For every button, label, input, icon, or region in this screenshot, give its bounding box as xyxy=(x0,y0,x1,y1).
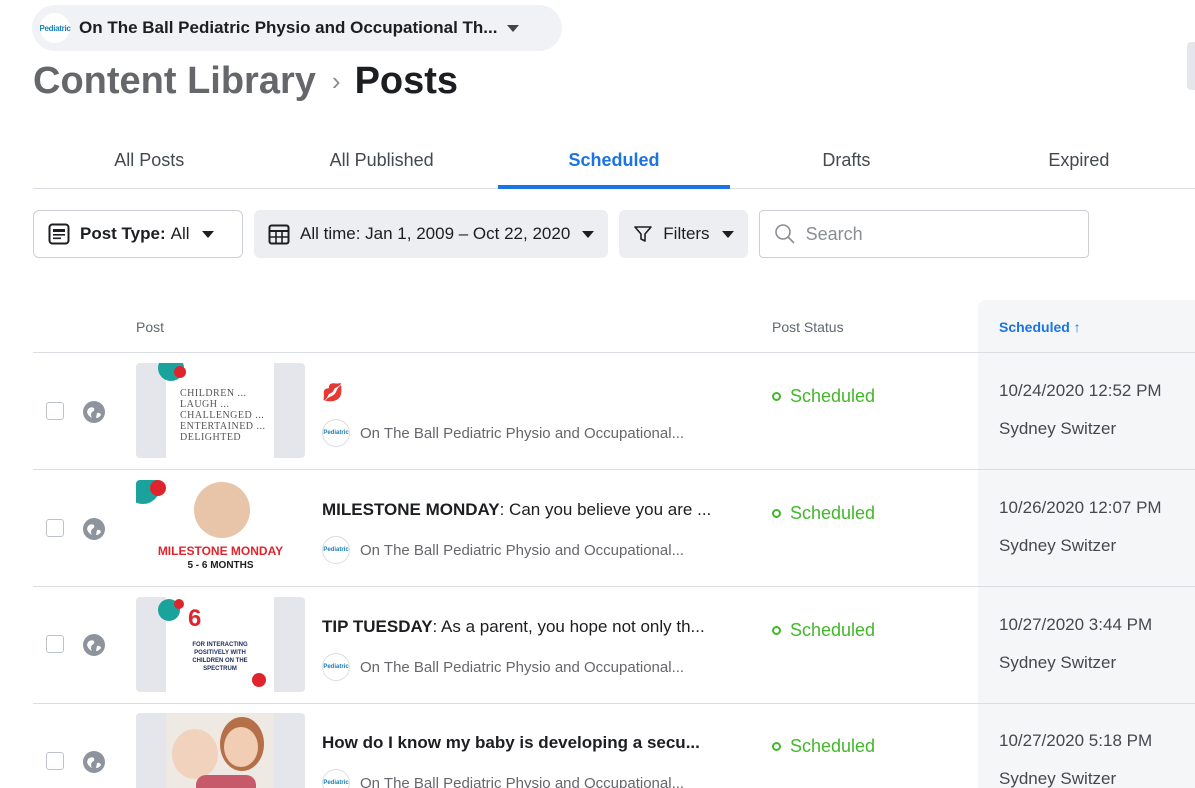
post-title-bold: TIP TUESDAY xyxy=(322,617,433,636)
status-ring-icon xyxy=(772,626,781,635)
post-title-bold: How do I know my baby is developing a se… xyxy=(322,733,700,752)
chevron-down-icon xyxy=(721,230,734,238)
avatar: Pediatric xyxy=(322,653,350,681)
post-thumbnail[interactable]: 6 FOR INTERACTING POSITIVELY WITH CHILDR… xyxy=(136,597,305,692)
funnel-icon xyxy=(634,226,653,242)
thumb-subtext: 5 - 6 MONTHS xyxy=(187,560,254,571)
scheduled-by: Sydney Switzer xyxy=(999,419,1117,438)
column-post-status[interactable]: Post Status xyxy=(772,319,844,335)
scheduled-by: Sydney Switzer xyxy=(999,536,1117,555)
page-logo: Pediatric xyxy=(39,13,71,43)
table-row[interactable]: MILESTONE MONDAY 5 - 6 MONTHS MILESTONE … xyxy=(33,470,1195,587)
thumb-text: MILESTONE MONDAY xyxy=(157,544,284,558)
author-name: On The Ball Pediatric Physio and Occupat… xyxy=(360,774,685,788)
globe-icon xyxy=(83,751,105,773)
post-thumbnail[interactable] xyxy=(136,713,305,788)
post-title[interactable]: TIP TUESDAY: As a parent, you hope not o… xyxy=(322,617,742,637)
breadcrumb-separator: › xyxy=(331,66,341,96)
chevron-down-icon xyxy=(201,230,214,238)
row-checkbox[interactable] xyxy=(46,519,64,537)
scheduled-date: 10/27/2020 5:18 PM xyxy=(999,731,1153,750)
scheduled-date: 10/27/2020 3:44 PM xyxy=(999,615,1153,634)
row-checkbox[interactable] xyxy=(46,402,64,420)
post-title-bold: MILESTONE MONDAY xyxy=(322,500,500,519)
globe-icon xyxy=(83,634,105,656)
column-scheduled[interactable]: Scheduled ↑ xyxy=(999,319,1081,335)
globe-icon xyxy=(83,518,105,540)
table-header: Post Post Status Scheduled ↑ xyxy=(33,300,1195,353)
thumb-text: 6 xyxy=(188,605,202,632)
status-badge: Scheduled xyxy=(772,736,875,757)
post-type-label: Post Type: xyxy=(80,224,166,243)
author-name: On The Ball Pediatric Physio and Occupat… xyxy=(360,658,685,676)
search-box[interactable] xyxy=(758,210,1089,258)
table-row[interactable]: 6 FOR INTERACTING POSITIVELY WITH CHILDR… xyxy=(33,587,1195,704)
post-author: Pediatric On The Ball Pediatric Physio an… xyxy=(322,536,684,564)
post-thumbnail[interactable]: CHILDREN ... LAUGH ... CHALLENGED ... EN… xyxy=(136,363,305,458)
breadcrumb-parent[interactable]: Content Library xyxy=(33,60,316,103)
avatar: Pediatric xyxy=(322,769,350,788)
post-title-text: 💋 xyxy=(322,383,344,402)
filter-bar: Post Type: All All time: Jan 1, 2009 – O… xyxy=(33,210,1089,258)
filters-button[interactable]: Filters xyxy=(619,210,748,258)
author-name: On The Ball Pediatric Physio and Occupat… xyxy=(360,424,685,442)
post-title[interactable]: 💋 xyxy=(322,383,742,403)
scrollbar[interactable] xyxy=(1187,42,1195,90)
row-checkbox[interactable] xyxy=(46,635,64,653)
author-name: On The Ball Pediatric Physio and Occupat… xyxy=(360,541,685,559)
filters-label: Filters xyxy=(663,224,710,243)
post-thumbnail[interactable]: MILESTONE MONDAY 5 - 6 MONTHS xyxy=(136,480,305,575)
post-author: Pediatric On The Ball Pediatric Physio an… xyxy=(322,769,684,788)
post-type-dropdown[interactable]: Post Type: All xyxy=(33,210,243,258)
post-title[interactable]: MILESTONE MONDAY: Can you believe you ar… xyxy=(322,500,742,520)
table-row[interactable]: How do I know my baby is developing a se… xyxy=(33,703,1195,788)
post-author: Pediatric On The Ball Pediatric Physio an… xyxy=(322,419,684,447)
thumb-subtext: FOR INTERACTING POSITIVELY WITH CHILDREN… xyxy=(192,642,248,672)
search-input[interactable] xyxy=(805,223,1066,245)
tab-all-posts[interactable]: All Posts xyxy=(33,137,265,188)
page-title: Content Library › Posts xyxy=(33,60,458,103)
post-type-icon xyxy=(48,223,70,245)
status-text: Scheduled xyxy=(790,503,876,523)
chevron-down-icon xyxy=(582,230,595,238)
scheduled-date: 10/26/2020 12:07 PM xyxy=(999,498,1162,517)
status-ring-icon xyxy=(772,742,781,751)
calendar-icon xyxy=(268,224,290,245)
tab-scheduled[interactable]: Scheduled xyxy=(497,137,731,189)
post-title-text: : Can you believe you are ... xyxy=(499,500,712,519)
tab-all-published[interactable]: All Published xyxy=(265,137,497,188)
page-selector[interactable]: Pediatric On The Ball Pediatric Physio a… xyxy=(32,5,562,51)
status-ring-icon xyxy=(772,509,781,518)
status-badge: Scheduled xyxy=(772,620,875,641)
avatar: Pediatric xyxy=(322,536,350,564)
status-badge: Scheduled xyxy=(772,503,875,524)
scheduled-by: Sydney Switzer xyxy=(999,769,1117,788)
globe-icon xyxy=(83,401,105,423)
status-badge: Scheduled xyxy=(772,386,875,407)
date-range-dropdown[interactable]: All time: Jan 1, 2009 – Oct 22, 2020 xyxy=(254,210,609,258)
status-text: Scheduled xyxy=(790,620,876,640)
tab-drafts[interactable]: Drafts xyxy=(730,137,962,188)
status-text: Scheduled xyxy=(790,386,876,406)
chevron-down-icon xyxy=(507,24,520,32)
status-ring-icon xyxy=(772,392,781,401)
date-range-label: All time: Jan 1, 2009 – Oct 22, 2020 xyxy=(300,224,571,243)
column-post: Post xyxy=(136,319,165,335)
post-type-value: All xyxy=(170,224,190,243)
row-checkbox[interactable] xyxy=(46,752,64,770)
breadcrumb-current: Posts xyxy=(354,60,459,102)
post-title[interactable]: How do I know my baby is developing a se… xyxy=(322,733,742,753)
scheduled-by: Sydney Switzer xyxy=(999,653,1117,672)
post-title-text: : As a parent, you hope not only th... xyxy=(432,617,705,636)
tab-bar: All Posts All Published Scheduled Drafts… xyxy=(33,137,1195,189)
scheduled-date: 10/24/2020 12:52 PM xyxy=(999,381,1162,400)
tab-expired[interactable]: Expired xyxy=(963,137,1195,188)
thumb-text: CHILDREN ... LAUGH ... CHALLENGED ... EN… xyxy=(180,388,266,443)
table-row[interactable]: CHILDREN ... LAUGH ... CHALLENGED ... EN… xyxy=(33,353,1195,470)
page-name: On The Ball Pediatric Physio and Occupat… xyxy=(79,18,498,37)
avatar: Pediatric xyxy=(322,419,350,447)
search-icon xyxy=(774,224,795,244)
status-text: Scheduled xyxy=(790,736,876,756)
post-author: Pediatric On The Ball Pediatric Physio an… xyxy=(322,653,684,681)
